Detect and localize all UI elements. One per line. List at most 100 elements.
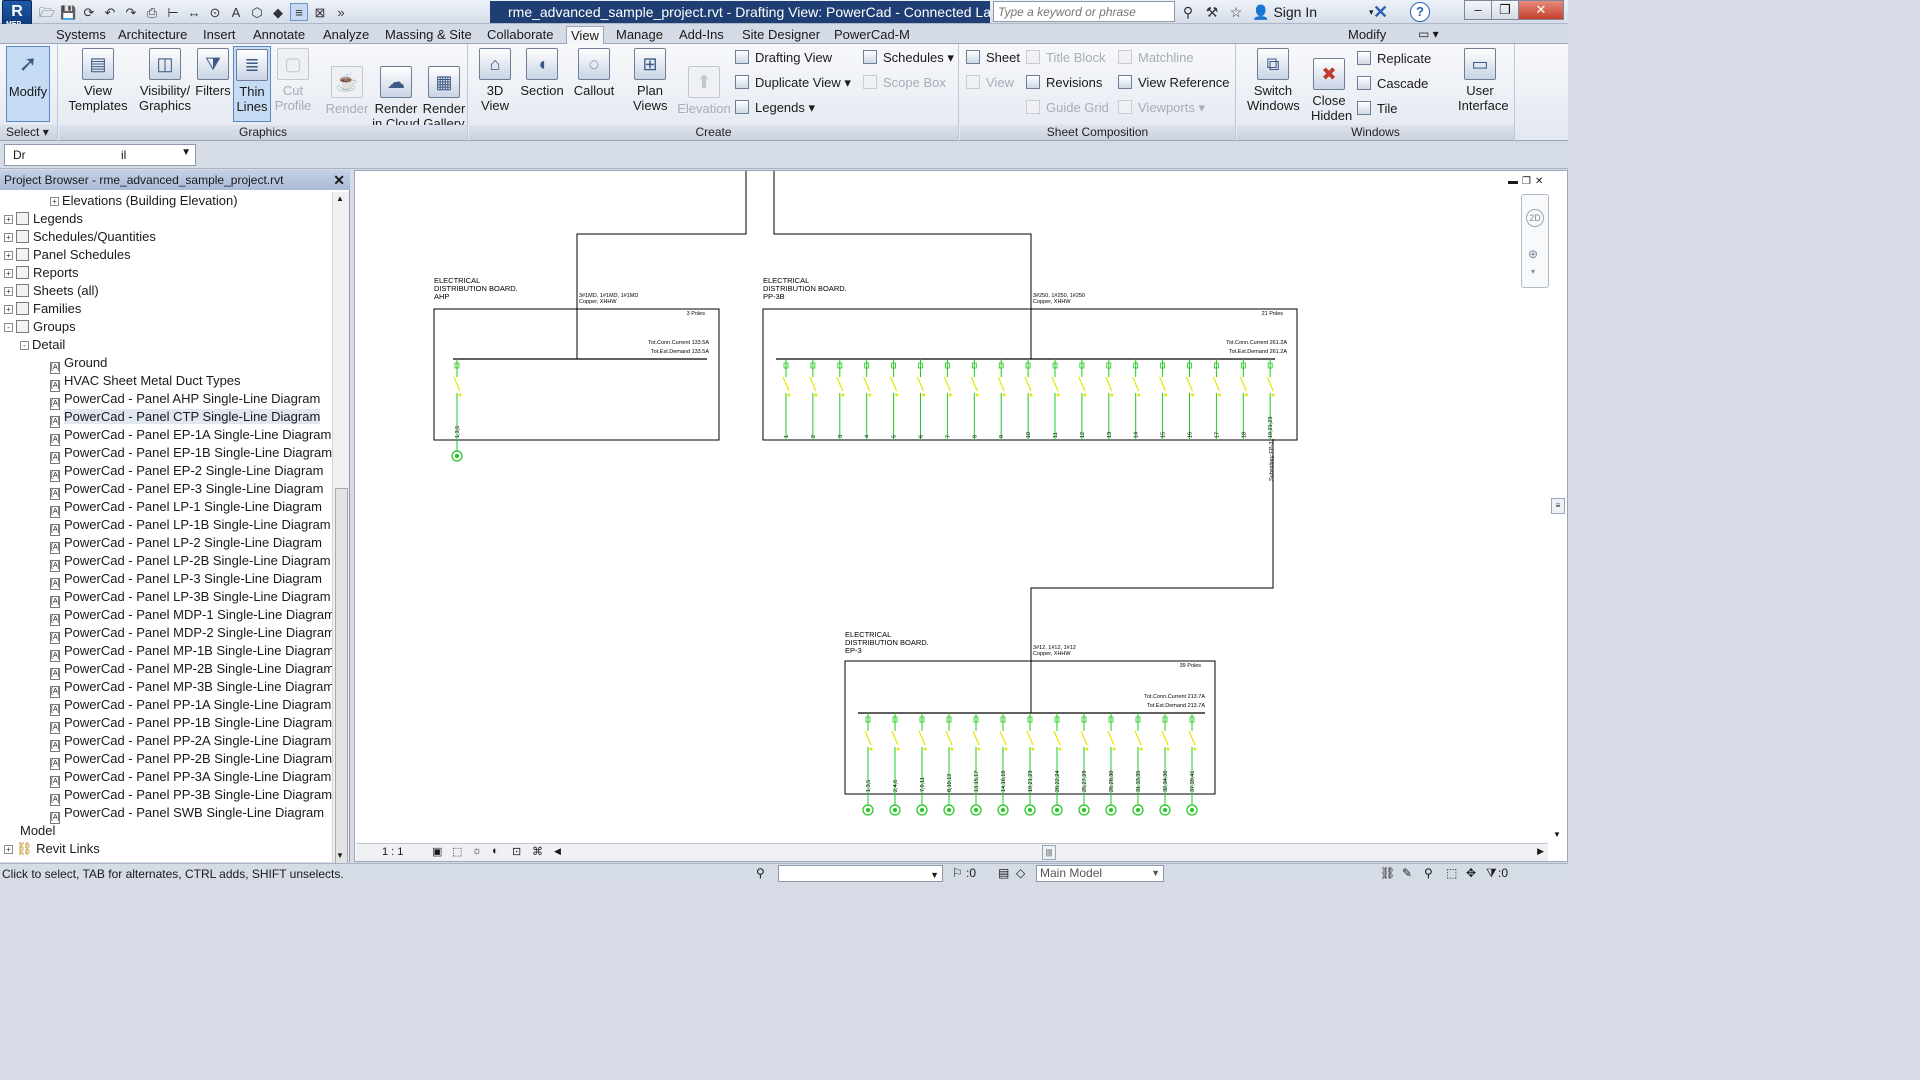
steering-wheel-icon[interactable]: 2D — [1526, 209, 1544, 227]
render-in-cloud-button[interactable]: ☁ Render in Cloud — [371, 64, 421, 131]
windows-panel-title[interactable]: Windows — [1237, 125, 1514, 140]
sign-in-button[interactable]: 👤 Sign In ▾ — [1252, 2, 1374, 22]
browser-item-model[interactable]: Model — [20, 822, 55, 840]
browser-item-group[interactable]: [A] PowerCad - Panel AHP Single-Line Diag… — [50, 390, 320, 410]
vertical-scrollbar-thumb[interactable]: ≡ — [1551, 498, 1565, 514]
tab-massing-site[interactable]: Massing & Site — [381, 26, 476, 45]
design-options-icon[interactable]: ◇ — [1016, 864, 1025, 882]
browser-item-detail[interactable]: - Detail — [20, 336, 65, 354]
section-button[interactable]: ◖ Section — [519, 46, 565, 98]
browser-item-group[interactable]: [A] PowerCad - Panel MDP-2 Single-Line Di… — [50, 624, 332, 644]
scroll-left-icon[interactable]: ◀ — [554, 846, 561, 857]
text-icon[interactable]: A — [227, 3, 245, 21]
help-search-input[interactable] — [993, 1, 1175, 22]
modify-button[interactable]: ➚ Modify — [6, 46, 50, 122]
type-selector[interactable]: Dr il ▼ — [4, 144, 196, 166]
scroll-down-icon[interactable]: ▼ — [1553, 830, 1561, 839]
chevron-down-icon[interactable]: ▾ — [1531, 267, 1535, 276]
filter-funnel-icon[interactable]: ⧩ — [1486, 864, 1497, 882]
view-templates-button[interactable]: ▤ View Templates — [65, 46, 131, 113]
exchange-apps-icon[interactable]: ✕ — [1373, 2, 1388, 23]
sheet-button[interactable]: Sheet — [966, 48, 1020, 68]
replicate-button[interactable]: Replicate — [1357, 49, 1431, 69]
workset-icon[interactable]: ⚲ — [756, 864, 765, 882]
plan-views-button[interactable]: ⊞ Plan Views — [627, 46, 673, 113]
expand-icon[interactable]: + — [4, 269, 13, 278]
browser-item-reports[interactable]: + Reports — [4, 264, 79, 282]
tag-icon[interactable]: ⊙ — [206, 3, 224, 21]
shadows-icon[interactable]: ◐ — [492, 845, 499, 857]
select-by-face-icon[interactable]: ⬚ — [1446, 864, 1457, 882]
browser-item-panel-schedules[interactable]: + Panel Schedules — [4, 246, 131, 264]
restore-view-icon[interactable]: ❐ — [1522, 176, 1531, 187]
viewports-button[interactable]: Viewports ▾ — [1118, 98, 1205, 118]
browser-item-group[interactable]: [A] PowerCad - Panel PP-2A Single-Line Di… — [50, 732, 331, 752]
thin-lines-button[interactable]: ≣ Thin Lines — [233, 46, 271, 122]
browser-item-group[interactable]: [A] PowerCad - Panel LP-2B Single-Line Di… — [50, 552, 331, 572]
browser-item-group[interactable]: [A] PowerCad - Panel EP-1A Single-Line Di… — [50, 426, 331, 446]
workset-combo[interactable]: ▼ — [778, 865, 943, 882]
browser-item-group[interactable]: [A] HVAC Sheet Metal Duct Types — [50, 372, 241, 392]
3d-view-button[interactable]: ⌂ 3D View — [475, 46, 515, 113]
filter-icon[interactable]: ⚐ — [952, 864, 963, 882]
scroll-up-icon[interactable]: ▲ — [336, 194, 344, 203]
visual-style-icon[interactable]: ⬚ — [452, 845, 462, 858]
user-interface-button[interactable]: ▭ User Interface — [1453, 46, 1509, 113]
temporary-hide-icon[interactable]: ⌘ — [532, 845, 543, 858]
browser-item-group[interactable]: [A] PowerCad - Panel SWB Single-Line Diag… — [50, 804, 324, 824]
section-icon[interactable]: ◆ — [269, 3, 287, 21]
browser-item-schedules-quantities[interactable]: + Schedules/Quantities — [4, 228, 156, 246]
binoculars-icon[interactable]: ⚲ — [1178, 2, 1198, 22]
browser-item-group[interactable]: [A] PowerCad - Panel MP-1B Single-Line Di… — [50, 642, 332, 662]
view-button[interactable]: View — [966, 73, 1014, 93]
browser-item-group[interactable]: [A] PowerCad - Panel PP-1B Single-Line Di… — [50, 714, 332, 734]
graphics-panel-title[interactable]: Graphics — [59, 125, 467, 140]
print-icon[interactable]: ⎙ — [143, 3, 161, 21]
tab-modify-context[interactable]: Modify — [1344, 26, 1390, 45]
expand-icon[interactable]: + — [4, 215, 13, 224]
horizontal-scrollbar-thumb[interactable]: ||| — [1042, 845, 1056, 860]
tab-insert[interactable]: Insert — [199, 26, 240, 45]
sun-path-icon[interactable]: ☼ — [472, 845, 482, 857]
close-icon[interactable]: ✕ — [333, 170, 345, 190]
browser-item-group[interactable]: [A] PowerCad - Panel LP-1 Single-Line Dia… — [50, 498, 322, 518]
elevation-button[interactable]: ⬆ Elevation — [675, 64, 733, 116]
title-block-button[interactable]: Title Block — [1026, 48, 1105, 68]
thin-lines-toggle-icon[interactable]: ≡ — [290, 3, 308, 21]
cascade-button[interactable]: Cascade — [1357, 74, 1428, 94]
revisions-button[interactable]: Revisions — [1026, 73, 1102, 93]
schedules-button[interactable]: Schedules ▾ — [863, 48, 954, 68]
project-browser-scrollbar[interactable]: ▲ ▼ — [332, 192, 349, 866]
tab-manage[interactable]: Manage — [612, 26, 667, 45]
tab-analyze[interactable]: Analyze — [319, 26, 373, 45]
browser-item-group[interactable]: [A] PowerCad - Panel MP-3B Single-Line Di… — [50, 678, 332, 698]
visibility-graphics-button[interactable]: ◫ Visibility/ Graphics — [137, 46, 193, 113]
tab-collaborate[interactable]: Collaborate — [483, 26, 558, 45]
browser-item-elevations-building-elevation[interactable]: + Elevations (Building Elevation) — [50, 192, 238, 210]
tab-systems[interactable]: Systems — [52, 26, 110, 45]
expand-icon[interactable]: + — [4, 233, 13, 242]
close-icon[interactable]: ✕ — [1518, 0, 1564, 20]
zoom-icon[interactable]: ⊕ — [1528, 247, 1538, 261]
view-reference-button[interactable]: View Reference — [1118, 73, 1230, 93]
browser-item-group[interactable]: [A] PowerCad - Panel LP-3 Single-Line Dia… — [50, 570, 322, 590]
collapse-icon[interactable]: - — [20, 341, 29, 350]
tab-add-ins[interactable]: Add-Ins — [675, 26, 728, 45]
duplicate-view-button[interactable]: Duplicate View ▾ — [735, 73, 851, 93]
render-gallery-button[interactable]: ▦ Render Gallery — [421, 64, 467, 131]
scope-box-button[interactable]: Scope Box — [863, 73, 946, 93]
browser-item-group[interactable]: [A] PowerCad - Panel LP-1B Single-Line Di… — [50, 516, 331, 536]
browser-item-sheets-all[interactable]: + Sheets (all) — [4, 282, 99, 300]
callout-button[interactable]: ◌ Callout — [569, 46, 619, 98]
aligned-dimension-icon[interactable]: ↔ — [185, 3, 203, 21]
legends-button[interactable]: Legends ▾ — [735, 98, 815, 118]
select-panel-title[interactable]: Select ▾ — [0, 125, 57, 140]
close-view-icon[interactable]: ✕ — [1535, 176, 1543, 187]
measure-icon[interactable]: ⊢ — [164, 3, 182, 21]
scroll-down-icon[interactable]: ▼ — [336, 851, 344, 860]
default-3d-view-icon[interactable]: ⬡ — [248, 3, 266, 21]
detail-level-icon[interactable]: ▣ — [432, 845, 442, 858]
crop-view-icon[interactable]: ⊡ — [512, 845, 521, 858]
collapse-icon[interactable]: - — [4, 323, 13, 332]
browser-item-groups[interactable]: - Groups — [4, 318, 76, 336]
